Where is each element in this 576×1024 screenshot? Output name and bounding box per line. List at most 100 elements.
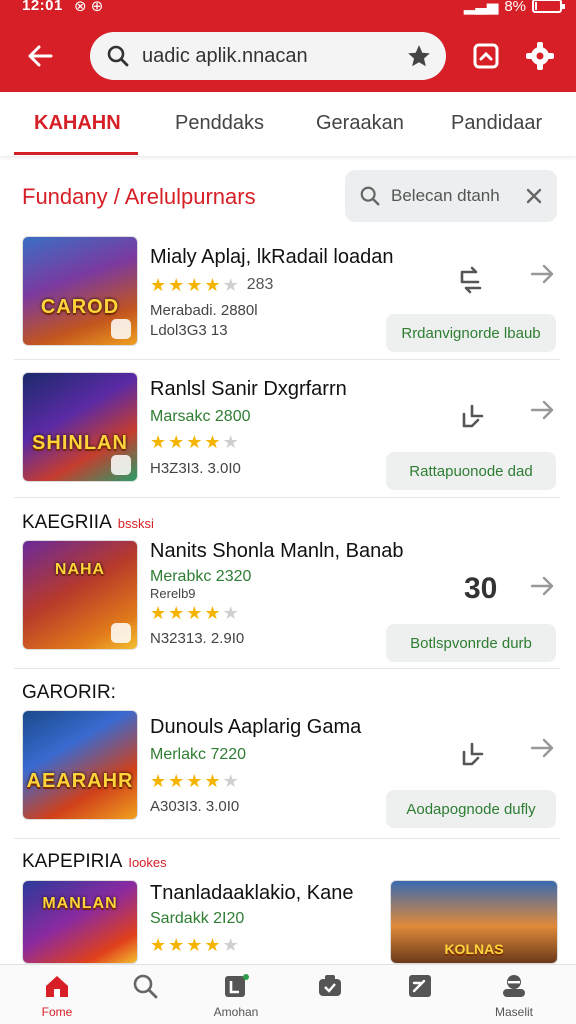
item-action-button[interactable]: Botlspvonrde durb [386, 624, 556, 662]
star-icon: ★ [168, 771, 185, 791]
nav-search[interactable] [105, 971, 185, 1024]
filter-input[interactable]: Belecan dtanh [391, 186, 525, 206]
category-label: GARORIR: [22, 682, 116, 704]
item-action-button[interactable]: Rrdanvignorde lbaub [386, 314, 556, 352]
category-tag: Iookes [128, 855, 167, 870]
rating-stars: ★ ★ ★ ★ ★ [150, 433, 239, 451]
nav-home[interactable]: Fome [17, 971, 97, 1024]
swap-icon[interactable] [454, 262, 490, 298]
nav-edit[interactable] [380, 971, 460, 1024]
arrow-right-icon[interactable] [528, 734, 556, 762]
tab-geraakan[interactable]: Geraakan [316, 112, 404, 135]
item-meta: Ldol3G3 13 [150, 322, 228, 339]
app-thumbnail: MANLAN [22, 880, 138, 964]
star-icon: ★ [222, 935, 239, 955]
item-title: Tnanladaaklakio, Kane [150, 882, 354, 904]
nav-label: Maselit [494, 1005, 533, 1019]
library-icon [225, 974, 249, 997]
item-meta: N32313. 2.9I0 [150, 630, 245, 647]
star-icon: ★ [168, 603, 185, 623]
tab-penddaks[interactable]: Penddaks [175, 112, 264, 135]
item-title: Nanits Shonla Manln, Banab [150, 540, 404, 562]
settings-button[interactable] [520, 36, 560, 76]
item-subtitle: Sardakk 2I20 [150, 910, 245, 927]
star-icon: ★ [186, 275, 203, 295]
category-label: KAPEPIRIA Iookes [22, 851, 167, 873]
tab-pandidaar[interactable]: Pandidaar [451, 112, 542, 135]
star-icon: ★ [186, 935, 203, 955]
nav-camera[interactable] [290, 971, 370, 1024]
item-subtitle: Merabkc 2320 [150, 568, 252, 585]
rating-stars: ★ ★ ★ ★ ★ [150, 772, 239, 790]
star-icon: ★ [222, 432, 239, 452]
rating-count: 283 [246, 276, 274, 293]
promo-banner[interactable]: KOLNAS [390, 880, 558, 964]
share-icon[interactable] [454, 738, 490, 774]
nav-library[interactable]: Amohan [196, 971, 276, 1024]
star-icon: ★ [204, 603, 221, 623]
status-bar: 12:01 ⊗ ⊕ ▂▃▅ 8% [0, 0, 576, 18]
gear-icon [526, 42, 554, 70]
star-icon: ★ [204, 432, 221, 452]
home-icon [46, 976, 68, 997]
share-icon[interactable] [454, 400, 490, 436]
item-number: 30 [464, 572, 498, 605]
item-action-button[interactable]: Rattapuonode dad [386, 452, 556, 490]
bottom-nav: Fome Amohan Maselit [0, 964, 576, 1024]
cast-button[interactable] [466, 36, 506, 76]
app-thumbnail: SHINLAN [22, 372, 138, 482]
app-thumbnail: CAROD [22, 236, 138, 346]
search-bar[interactable]: uadic aplik.nnacan [90, 32, 446, 80]
cast-icon [473, 43, 499, 69]
back-arrow-icon [28, 45, 53, 67]
item-title: Mialy Aplaj, lkRadail loadan [150, 246, 394, 268]
tab-bar: KAHAHN Penddaks Geraakan Pandidaar [0, 92, 576, 156]
arrow-right-icon[interactable] [528, 396, 556, 424]
close-icon[interactable] [525, 187, 543, 205]
star-icon: ★ [168, 275, 185, 295]
camera-icon [319, 975, 341, 996]
item-title: Dunouls Aaplarig Gama [150, 716, 362, 738]
divider [14, 359, 560, 360]
app-bar: 12:01 ⊗ ⊕ ▂▃▅ 8% uadic aplik.nnacan [0, 0, 576, 92]
arrow-right-icon[interactable] [528, 260, 556, 288]
star-icon: ★ [204, 771, 221, 791]
item-action-button[interactable]: Aodapognode dufly [386, 790, 556, 828]
status-right: ▂▃▅ 8% [464, 0, 565, 15]
divider [14, 497, 560, 498]
star-icon[interactable] [406, 43, 432, 69]
filter-search[interactable]: Belecan dtanh [345, 170, 557, 222]
thumbnail-title: MANLAN [42, 895, 118, 912]
app-thumbnail: AEARAHR [22, 710, 138, 820]
app-thumbnail: NAHA [22, 540, 138, 650]
nav-label: Fome [41, 1005, 73, 1019]
rating-stars: ★ ★ ★ ★ ★ 283 [150, 276, 273, 294]
notification-icons: ⊗ ⊕ [74, 0, 104, 15]
thumbnail-title: NAHA [54, 561, 106, 578]
item-meta: A303I3. 3.0I0 [150, 798, 240, 815]
search-input[interactable]: uadic aplik.nnacan [142, 45, 406, 68]
item-title: Ranlsl Sanir Dxgrfarrn [150, 378, 347, 400]
search-icon [107, 45, 129, 67]
star-icon: ★ [186, 771, 203, 791]
rating-stars: ★ ★ ★ ★ ★ [150, 936, 239, 954]
star-icon: ★ [150, 275, 167, 295]
nav-profile[interactable]: Maselit [474, 971, 554, 1024]
search-icon [360, 186, 380, 206]
category-title: KAPEPIRIA [22, 851, 123, 872]
active-tab-indicator [14, 152, 138, 155]
back-button[interactable] [20, 36, 60, 76]
category-title: KAEGRIIA [22, 512, 112, 533]
star-icon: ★ [150, 771, 167, 791]
item-subtitle: Merlakc 7220 [150, 746, 247, 763]
star-icon: ★ [222, 771, 239, 791]
item-meta: Merabadi. 2880l [150, 302, 258, 319]
item-subtitle: Marsakc 2800 [150, 408, 251, 425]
arrow-right-icon[interactable] [528, 572, 556, 600]
category-tag: bssksi [117, 516, 154, 531]
thumbnail-title: CAROD [40, 296, 120, 318]
battery-icon [532, 0, 565, 13]
star-icon: ★ [150, 935, 167, 955]
tab-kahahn[interactable]: KAHAHN [34, 112, 121, 135]
battery-percent: 8% [504, 0, 526, 15]
